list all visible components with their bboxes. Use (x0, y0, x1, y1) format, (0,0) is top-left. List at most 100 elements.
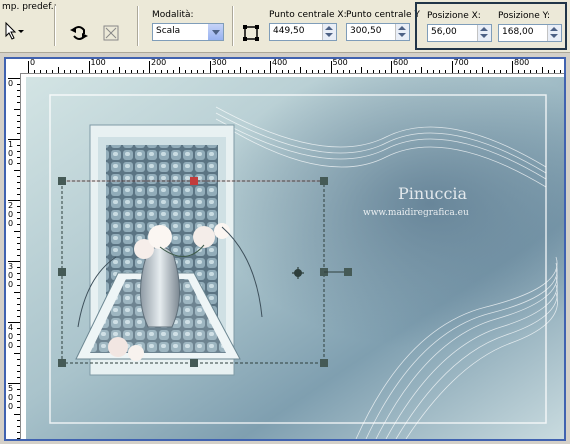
ruler-tick (330, 61, 332, 73)
ruler-tick (17, 389, 20, 391)
spin-arrows[interactable] (322, 24, 336, 40)
ruler-tick (76, 70, 78, 73)
ruler-tick (409, 70, 411, 73)
rotate-icon (70, 26, 88, 40)
ruler-label: 0 (8, 341, 14, 350)
ruler-tick (64, 70, 66, 73)
ruler-tick (191, 70, 193, 73)
center-icon (243, 25, 259, 41)
ruler-tick (161, 70, 163, 73)
ruler-tick (245, 70, 247, 73)
watermark-url: www.maidiregrafica.eu (363, 208, 469, 218)
ruler-tick (17, 218, 20, 220)
separator (137, 6, 139, 46)
handle-bottom[interactable] (190, 359, 198, 367)
mode-select[interactable]: Scala (152, 23, 224, 41)
ruler-tick (312, 70, 314, 73)
ruler-tick (439, 70, 441, 73)
ruler-tick (17, 96, 20, 98)
center-button[interactable] (240, 22, 262, 44)
ruler-label: 0 (8, 393, 14, 402)
ruler-tick (124, 70, 126, 73)
rotate-button[interactable] (68, 22, 90, 44)
ruler-tick (17, 212, 20, 214)
ruler-tick (17, 126, 20, 128)
ruler-tick (17, 425, 20, 427)
center-x-input[interactable]: 449,50 (269, 23, 337, 41)
ruler-tick (17, 395, 20, 397)
handle-left[interactable] (58, 268, 66, 276)
handle-top-right[interactable] (320, 177, 328, 185)
vertical-ruler: 0100200300400500 (6, 73, 21, 439)
center-y-value: 300,50 (350, 26, 382, 36)
ruler-tick (548, 70, 550, 73)
ruler-tick (155, 70, 157, 73)
handle-top-left[interactable] (58, 177, 66, 185)
flip-button[interactable] (100, 22, 122, 44)
ruler-tick (17, 297, 20, 299)
ruler-label: 500 (332, 59, 348, 67)
ruler-tick (518, 70, 520, 73)
ruler-tick (14, 169, 20, 171)
ruler-tick (70, 70, 72, 73)
ruler-tick (475, 70, 477, 73)
separator (232, 6, 234, 46)
ruler-tick (17, 242, 20, 244)
ruler-tick (457, 70, 459, 73)
ruler-tick (17, 90, 20, 92)
ruler-tick (445, 70, 447, 73)
ruler-tick (451, 61, 453, 73)
ruler-tick (17, 267, 20, 269)
center-x-value: 449,50 (273, 26, 305, 36)
ruler-tick (17, 401, 20, 403)
ruler-tick (487, 70, 489, 73)
spin-arrows[interactable] (395, 24, 409, 40)
handle-bottom-left[interactable] (58, 359, 66, 367)
ruler-tick (524, 70, 526, 73)
ruler-tick (17, 236, 20, 238)
ruler-tick (378, 70, 380, 73)
ruler-tick (173, 70, 175, 73)
ruler-tick (536, 70, 538, 73)
ruler-tick (17, 346, 20, 348)
ruler-tick (17, 224, 20, 226)
ruler-tick (17, 303, 20, 305)
ruler-tick (17, 132, 20, 134)
handle-top[interactable] (190, 177, 198, 185)
ruler-tick (17, 431, 20, 433)
canvas-artwork: Pinuccia www.maidiregrafica.eu (26, 77, 564, 439)
ruler-tick (17, 340, 20, 342)
ruler-tick (149, 61, 150, 73)
ruler-tick (499, 70, 501, 73)
ruler-tick (17, 248, 20, 250)
ruler-tick (14, 230, 20, 232)
ruler-tick (257, 70, 259, 73)
ruler-tick (17, 120, 20, 122)
ruler-label: 100 (90, 59, 106, 67)
ruler-label: 2 (8, 201, 14, 210)
preset-dropdown[interactable] (2, 20, 24, 42)
ruler-tick (403, 70, 405, 73)
ruler-tick (17, 315, 20, 317)
ruler-tick (118, 67, 120, 73)
ruler-tick (17, 193, 20, 195)
ruler-tick (106, 70, 108, 73)
ruler-tick (300, 67, 302, 73)
watermark-name: Pinuccia (398, 184, 468, 203)
ruler-tick (17, 206, 20, 208)
ruler-tick (17, 328, 20, 330)
ruler-label: 400 (272, 59, 288, 67)
ruler-tick (17, 370, 20, 372)
ruler-label: 5 (8, 384, 14, 393)
image-canvas[interactable]: Pinuccia www.maidiregrafica.eu (26, 77, 564, 439)
rotation-handle[interactable] (344, 268, 352, 276)
ruler-tick (17, 175, 20, 177)
ruler-tick (17, 84, 20, 86)
handle-bottom-right[interactable] (320, 359, 328, 367)
ruler-tick (17, 254, 20, 256)
ruler-tick (14, 291, 20, 293)
ruler-tick (288, 70, 290, 73)
center-y-input[interactable]: 300,50 (346, 23, 410, 41)
ruler-tick (46, 70, 48, 73)
ruler-label: 0 (8, 271, 14, 280)
